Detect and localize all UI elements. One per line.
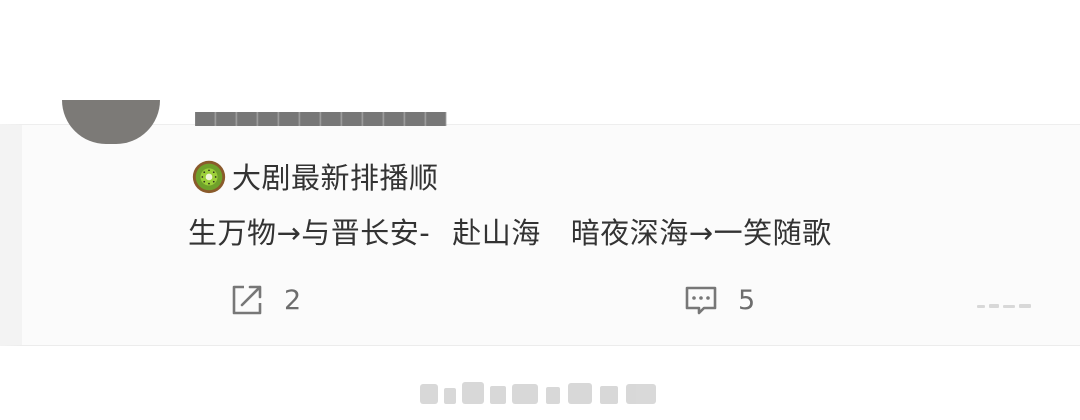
schedule-part-3: 暗夜深海→一笑随歌: [570, 216, 832, 250]
share-icon: [232, 285, 262, 315]
watermark-smudge: [977, 304, 1031, 308]
clipped-username-line: ▇▇▇▇▇▇▇▇▇▇▇▇: [195, 112, 575, 126]
comment-count: 5: [738, 284, 756, 316]
post-headline: 大剧最新排播顺: [232, 161, 439, 195]
comment-button[interactable]: 5: [682, 280, 755, 320]
share-button[interactable]: 2: [228, 280, 301, 320]
schedule-part-2: 赴山海: [452, 216, 541, 250]
comment-icon: [685, 286, 717, 315]
kiwi-fruit-icon: [192, 160, 226, 194]
watermark-blur: [420, 382, 656, 404]
top-blank-area: [0, 0, 1080, 124]
schedule-part-1: 生万物→与晋长安-: [188, 216, 431, 250]
post-schedule-line: 生万物→与晋长安- 赴山海 暗夜深海→一笑随歌: [188, 210, 832, 252]
post-headline-line: 大剧最新排播顺: [190, 156, 439, 196]
share-count: 2: [284, 284, 302, 316]
